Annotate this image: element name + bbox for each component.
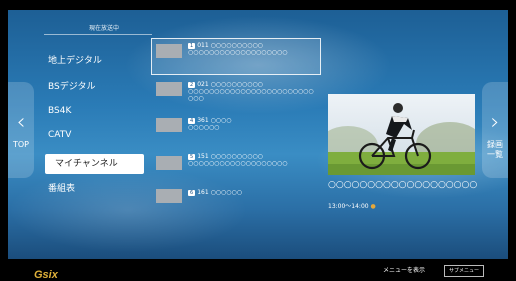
footer-bar bbox=[0, 259, 516, 281]
footer-hint: メニューを表示 bbox=[383, 267, 426, 274]
channel-number: 011 bbox=[197, 42, 209, 49]
program-subtitle: ○○○○○○○○○○○○○○○○○○○ bbox=[188, 160, 288, 167]
program-subtitle: ○○○○○○ bbox=[188, 124, 220, 131]
status-dot-icon: ● bbox=[370, 203, 376, 210]
program-title: ○○○○○○○○○○ bbox=[210, 153, 263, 160]
menu-item-program-guide[interactable]: 番組表 bbox=[38, 179, 144, 199]
gsix-logo-icon: Gsix bbox=[34, 269, 59, 281]
now-on-air-label: 現在放送中 bbox=[88, 25, 119, 32]
logo-text: Gsix bbox=[34, 269, 59, 280]
program-title: ○○○○○○○○○○ bbox=[210, 42, 263, 49]
channel-badge: 6 bbox=[188, 189, 196, 196]
program-thumbnail bbox=[156, 189, 182, 203]
nav-right-tab[interactable]: › 録画 一覧 bbox=[482, 82, 508, 178]
channel-badge: 4 bbox=[188, 117, 196, 124]
channel-number: 161 bbox=[197, 189, 209, 196]
program-row[interactable]: 5 151 ○○○○○○○○○○ ○○○○○○○○○○○○○○○○○○○ bbox=[150, 153, 320, 181]
channel-number: 151 bbox=[197, 153, 209, 160]
program-row[interactable]: 1 011 ○○○○○○○○○○ ○○○○○○○○○○○○○○○○○○○ bbox=[150, 42, 320, 72]
menu-item-bs4k[interactable]: BS4K bbox=[38, 101, 144, 121]
nav-left-tab[interactable]: ‹ TOP bbox=[8, 82, 34, 178]
program-row[interactable]: 4 361 ○○○○ ○○○○○○ bbox=[150, 117, 320, 137]
menu-item-terrestrial[interactable]: 地上デジタル bbox=[38, 51, 144, 71]
divider bbox=[44, 34, 152, 35]
submenu-key-button[interactable]: サブメニュー bbox=[444, 265, 485, 277]
menu-item-my-channel[interactable]: マイチャンネル bbox=[45, 154, 144, 174]
chevron-left-icon: ‹ bbox=[16, 110, 26, 135]
program-thumbnail bbox=[156, 156, 182, 170]
cyclist-photo bbox=[328, 94, 475, 175]
menu-item-catv[interactable]: CATV bbox=[38, 125, 144, 145]
program-info: 6 161 ○○○○○○ bbox=[188, 189, 318, 196]
brand-logo: Gsix bbox=[34, 265, 60, 281]
program-info: 1 011 ○○○○○○○○○○ ○○○○○○○○○○○○○○○○○○○ bbox=[188, 42, 318, 56]
nav-right-label: 録画 一覧 bbox=[482, 140, 508, 160]
program-title: ○○○○○○○○○○ bbox=[210, 81, 263, 88]
program-thumbnail bbox=[156, 82, 182, 96]
program-info: 5 151 ○○○○○○○○○○ ○○○○○○○○○○○○○○○○○○○ bbox=[188, 153, 318, 167]
channel-badge: 5 bbox=[188, 153, 196, 160]
program-subtitle: ○○○○○○○○○○○○○○○○○○○ bbox=[188, 49, 288, 56]
program-subtitle: ○○○○○○○○○○○○○○○○○○○○○○○○○○○ bbox=[188, 88, 314, 102]
program-thumbnail bbox=[156, 44, 182, 58]
program-info: 4 361 ○○○○ ○○○○○○ bbox=[188, 117, 318, 131]
nav-right-label-line2: 一覧 bbox=[487, 150, 503, 159]
menu-item-bs-digital[interactable]: BSデジタル bbox=[38, 77, 144, 97]
channel-badge: 2 bbox=[188, 81, 196, 88]
preview-time: 13:00～14:00 ● bbox=[328, 201, 376, 210]
chevron-right-icon: › bbox=[490, 110, 500, 135]
preview-program-title: ○○○○○○○○○○○○○○○○○○○ bbox=[328, 180, 478, 190]
program-preview-image bbox=[328, 94, 475, 175]
preview-time-text: 13:00～14:00 bbox=[328, 203, 369, 210]
program-title: ○○○○ bbox=[210, 117, 232, 124]
tv-menu-screen: ‹ TOP › 録画 一覧 現在放送中 地上デジタル BSデジタル BS4K C… bbox=[0, 0, 516, 281]
channel-number: 021 bbox=[197, 81, 209, 88]
program-info: 2 021 ○○○○○○○○○○ ○○○○○○○○○○○○○○○○○○○○○○○○… bbox=[188, 81, 318, 102]
program-row[interactable]: 2 021 ○○○○○○○○○○ ○○○○○○○○○○○○○○○○○○○○○○○○… bbox=[150, 81, 320, 105]
program-thumbnail bbox=[156, 118, 182, 132]
channel-number: 361 bbox=[197, 117, 209, 124]
channel-badge: 1 bbox=[188, 42, 196, 49]
nav-left-label: TOP bbox=[12, 140, 29, 149]
nav-right-label-line1: 録画 bbox=[487, 140, 503, 149]
program-row[interactable]: 6 161 ○○○○○○ bbox=[150, 189, 320, 205]
program-title: ○○○○○○ bbox=[210, 189, 242, 196]
